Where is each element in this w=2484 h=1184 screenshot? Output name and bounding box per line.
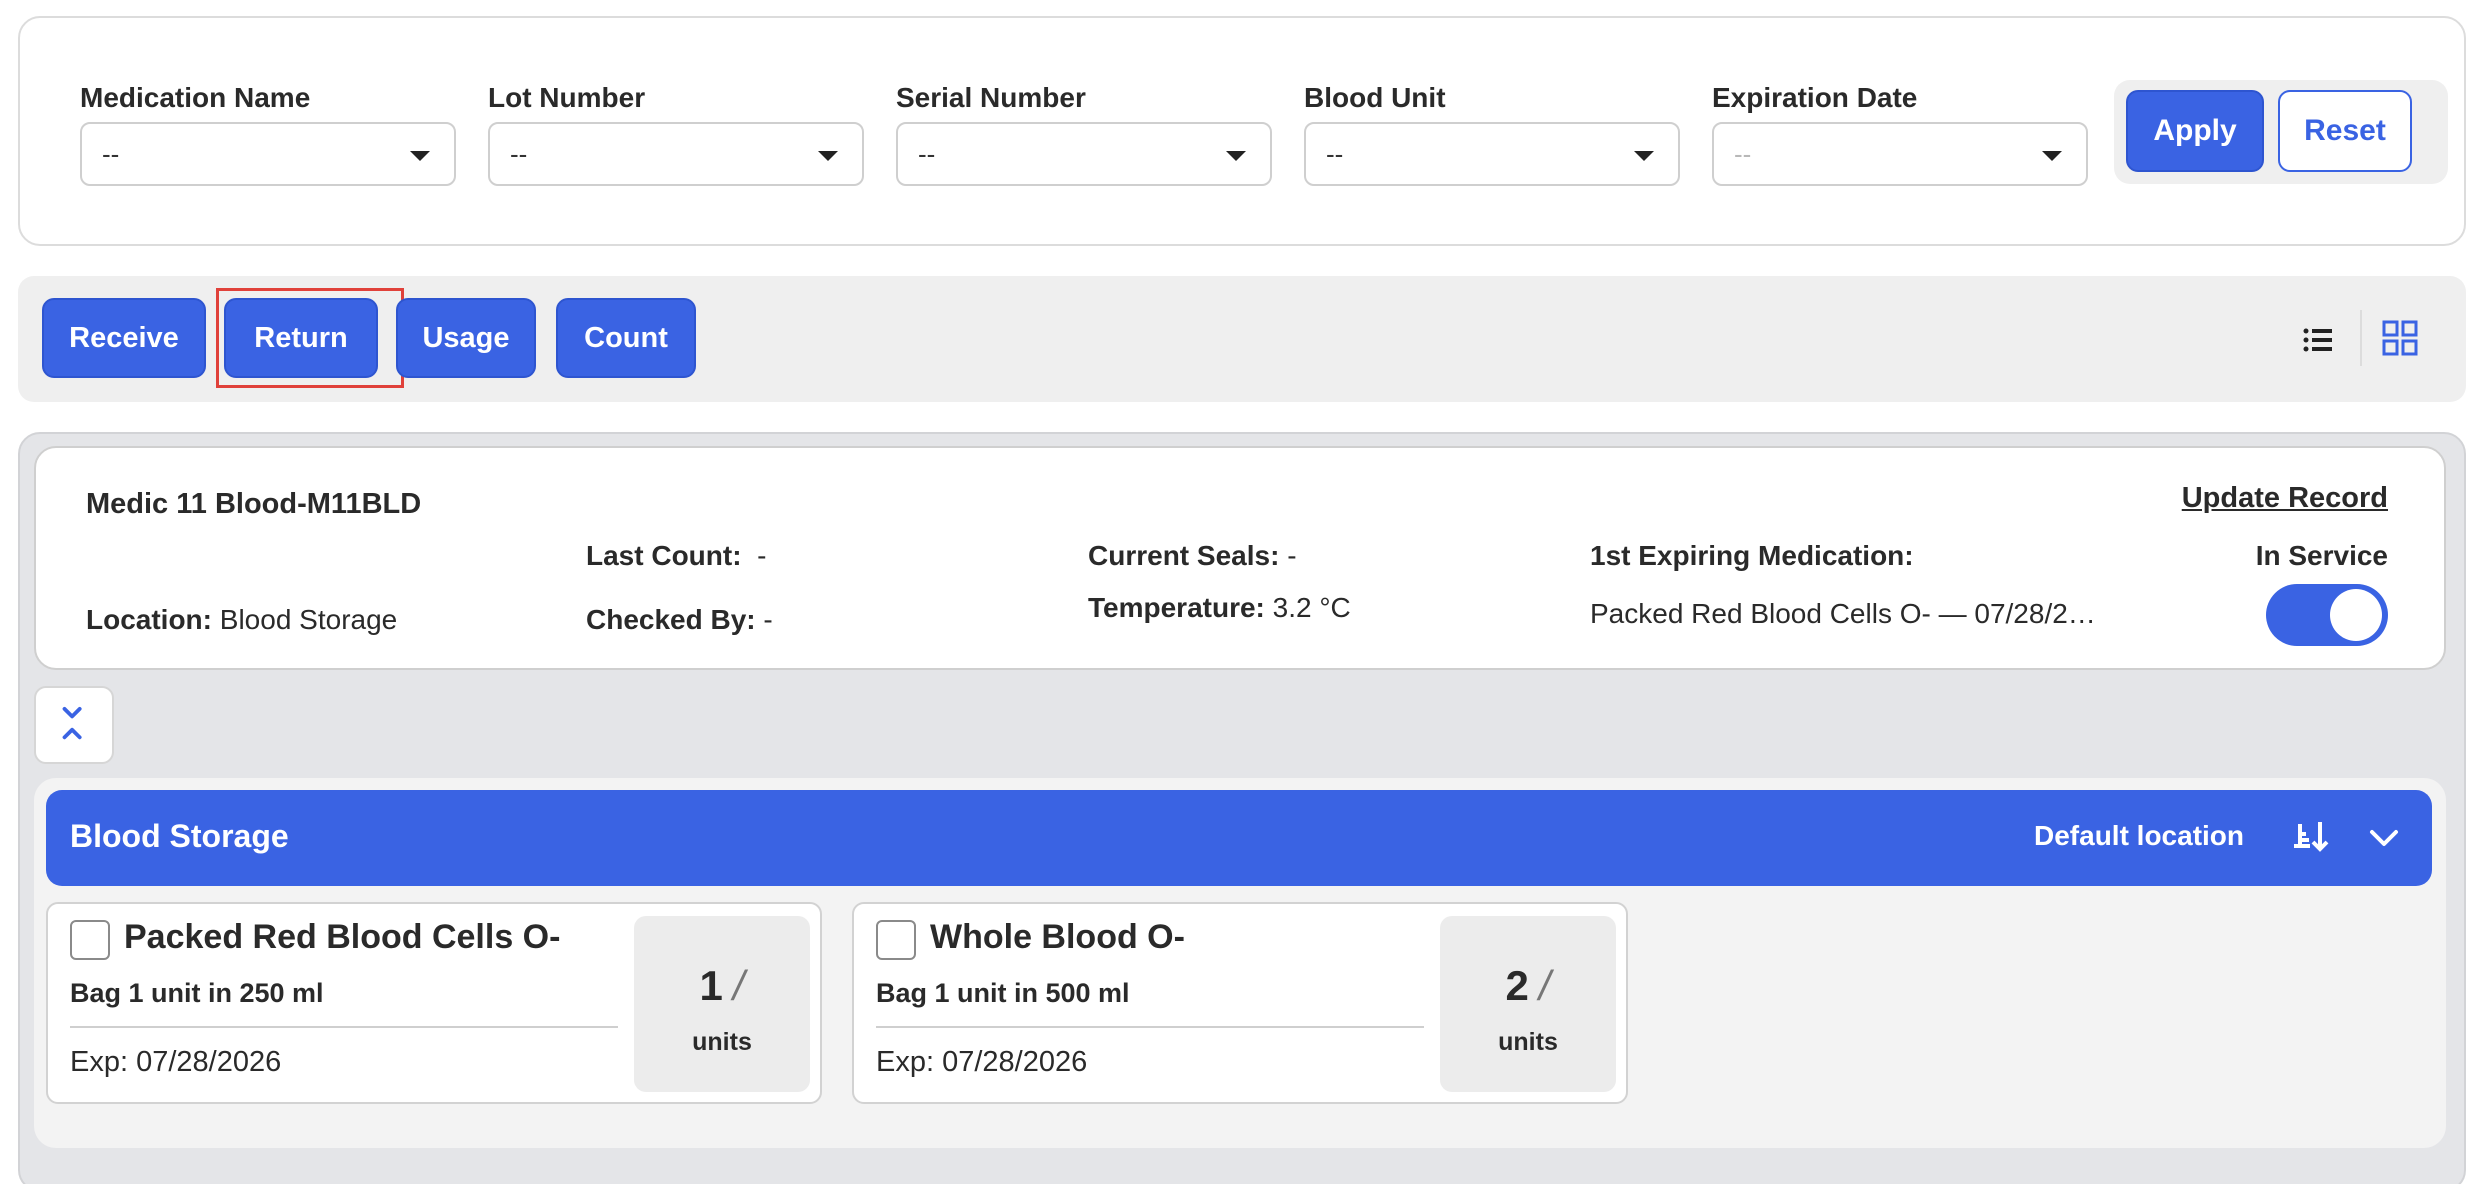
medication-card[interactable]: Whole Blood O- Bag 1 unit in 500 ml Exp:… [852, 902, 1628, 1104]
medication-expiration: Exp: 07/28/2026 [70, 1046, 282, 1078]
sort-icon[interactable] [2292, 816, 2332, 856]
storage-title: Blood Storage [70, 818, 289, 854]
quantity-display: 2/ [1440, 962, 1616, 1010]
temperature-info: Temperature: 3.2 °C [1088, 592, 1351, 624]
medication-card[interactable]: Packed Red Blood Cells O- Bag 1 unit in … [46, 902, 822, 1104]
serial-number-label: Serial Number [896, 82, 1086, 113]
record-title: Medic 11 Blood-M11BLD [86, 488, 422, 520]
chevron-down-icon[interactable] [2366, 820, 2402, 856]
lot-number-label: Lot Number [488, 82, 646, 113]
default-location-label: Default location [2034, 820, 2245, 851]
medication-description: Bag 1 unit in 500 ml [876, 978, 1130, 1008]
caret-down-icon [410, 151, 430, 161]
card-divider [876, 1026, 1424, 1028]
blood-unit-filter: Blood Unit -- [1304, 78, 1680, 186]
receive-button[interactable]: Receive [42, 298, 206, 378]
quantity-value: 2 [1505, 962, 1529, 1009]
current-seals-value: - [1287, 540, 1297, 571]
quantity-box: 1/ units [634, 916, 810, 1092]
serial-number-value: -- [918, 139, 936, 169]
quantity-box: 2/ units [1440, 916, 1616, 1092]
serial-number-filter: Serial Number -- [896, 78, 1272, 186]
medication-name-select[interactable]: -- [80, 122, 456, 186]
first-expiring-value: Packed Red Blood Cells O- — 07/28/2… [1590, 598, 2096, 629]
checked-by-info: Checked By: - [586, 604, 773, 636]
medication-name-filter: Medication Name -- [80, 78, 456, 186]
grid-view-icon[interactable] [2380, 318, 2420, 358]
first-expiring-label: 1st Expiring Medication: [1590, 540, 1914, 571]
medication-checkbox[interactable] [876, 920, 916, 960]
action-bar: Receive Return Usage Count [18, 276, 2466, 402]
location-value: Blood Storage [219, 604, 398, 635]
quantity-display: 1/ [634, 962, 810, 1010]
blood-unit-value: -- [1326, 139, 1344, 169]
quantity-unit: units [1498, 1028, 1558, 1056]
card-divider [70, 1026, 618, 1028]
medication-name: Packed Red Blood Cells O- [124, 918, 561, 956]
blood-unit-label: Blood Unit [1304, 82, 1446, 113]
last-count-value: - [757, 540, 767, 571]
medication-description: Bag 1 unit in 250 ml [70, 978, 324, 1008]
last-count-info: Last Count: - [586, 540, 766, 572]
first-expiring-info: 1st Expiring Medication: [1590, 540, 1914, 572]
lot-number-select[interactable]: -- [488, 122, 864, 186]
expiration-date-label: Expiration Date [1712, 82, 1918, 113]
in-service-label: In Service [2255, 540, 2388, 571]
current-seals-label: Current Seals: [1088, 540, 1280, 571]
quantity-slash: / [732, 962, 745, 1009]
filter-panel: Medication Name -- Lot Number -- Serial … [18, 16, 2466, 246]
quantity-slash: / [1538, 962, 1551, 1009]
medication-name: Whole Blood O- [930, 918, 1185, 956]
in-service-toggle[interactable] [2266, 584, 2388, 646]
record-info-card: Medic 11 Blood-M11BLD Update Record Loca… [34, 446, 2446, 670]
location-label: Location: [86, 604, 212, 635]
collapse-icon [62, 706, 82, 740]
count-button[interactable]: Count [556, 298, 696, 378]
collapse-button[interactable] [34, 686, 114, 764]
current-seals-info: Current Seals: - [1088, 540, 1297, 572]
caret-down-icon [818, 151, 838, 161]
update-record-link[interactable]: Update Record [2182, 482, 2388, 515]
list-view-icon[interactable] [2298, 320, 2338, 360]
checked-by-label: Checked By: [586, 604, 756, 635]
return-button[interactable]: Return [224, 298, 378, 378]
usage-button[interactable]: Usage [396, 298, 536, 378]
quantity-unit: units [692, 1028, 752, 1056]
last-count-label: Last Count: [586, 540, 742, 571]
medication-name-value: -- [102, 139, 120, 169]
caret-down-icon [2042, 151, 2062, 161]
medication-expiration: Exp: 07/28/2026 [876, 1046, 1088, 1078]
filter-button-group: Apply Reset [2114, 80, 2448, 184]
lot-number-filter: Lot Number -- [488, 78, 864, 186]
expiration-date-select[interactable]: -- [1712, 122, 2088, 186]
reset-button[interactable]: Reset [2278, 90, 2412, 172]
quantity-value: 1 [699, 962, 723, 1009]
apply-button[interactable]: Apply [2126, 90, 2264, 172]
checked-by-value: - [763, 604, 773, 635]
expiration-date-value: -- [1734, 139, 1752, 169]
view-toggle-divider [2360, 310, 2362, 366]
medication-name-label: Medication Name [80, 82, 311, 113]
caret-down-icon [1226, 151, 1246, 161]
temperature-label: Temperature: [1088, 592, 1265, 623]
location-info: Location: Blood Storage [86, 604, 397, 636]
caret-down-icon [1634, 151, 1654, 161]
serial-number-select[interactable]: -- [896, 122, 1272, 186]
temperature-value: 3.2 °C [1272, 592, 1351, 623]
storage-header: Blood Storage Default location [46, 790, 2432, 886]
toggle-knob [2330, 589, 2382, 641]
expiration-date-filter: Expiration Date -- [1712, 78, 2088, 186]
blood-unit-select[interactable]: -- [1304, 122, 1680, 186]
medication-checkbox[interactable] [70, 920, 110, 960]
lot-number-value: -- [510, 139, 528, 169]
